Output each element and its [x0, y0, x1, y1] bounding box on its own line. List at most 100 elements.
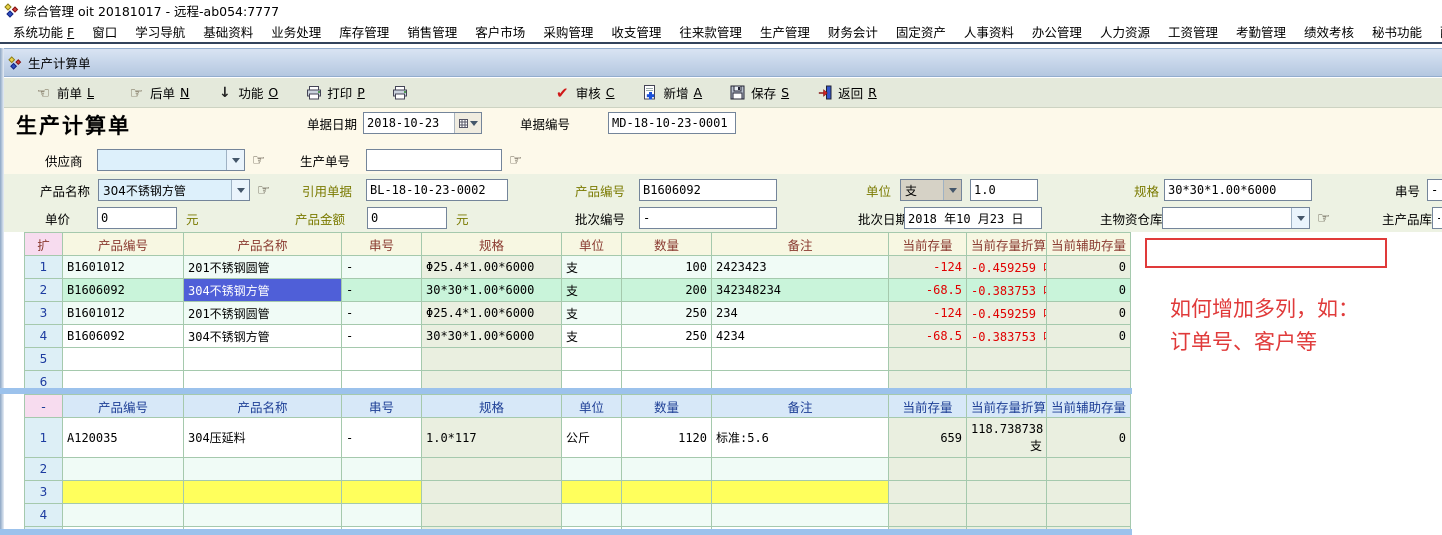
cell[interactable] — [63, 371, 184, 389]
cell[interactable] — [967, 348, 1047, 371]
main-location-input[interactable] — [1432, 207, 1442, 229]
cell[interactable]: 0 — [1047, 256, 1131, 279]
doc-no-input[interactable] — [608, 112, 736, 134]
menu-item[interactable]: 往来款管理 — [670, 20, 751, 43]
cell[interactable] — [622, 504, 712, 527]
menu-item[interactable]: 库存管理 — [330, 20, 398, 43]
menu-item[interactable]: 财务会计 — [819, 20, 887, 43]
menu-item[interactable]: 生产管理 — [751, 20, 819, 43]
cell[interactable]: -0.459259 吨 — [967, 302, 1047, 325]
horizontal-scrollbar[interactable] — [0, 529, 1132, 535]
prev-doc-button[interactable]: ☜前单L — [28, 83, 94, 102]
chevron-down-icon[interactable] — [231, 180, 249, 200]
menu-item[interactable]: 人事资料 — [955, 20, 1023, 43]
product-code-input[interactable] — [639, 179, 777, 201]
cell[interactable]: -124 — [889, 256, 967, 279]
cell[interactable]: 0 — [1047, 325, 1131, 348]
cell[interactable]: 1.0*117 — [422, 418, 562, 458]
product-name-combo[interactable]: 304不锈钢方管 — [98, 179, 250, 201]
cell[interactable]: 1120 — [622, 418, 712, 458]
product-amount-input[interactable] — [367, 207, 447, 229]
menu-item[interactable]: 收支管理 — [602, 20, 670, 43]
ref-doc-input[interactable] — [366, 179, 508, 201]
cell[interactable]: 30*30*1.00*6000 — [422, 325, 562, 348]
column-header[interactable]: 单位 — [562, 233, 622, 256]
cell[interactable]: B1606092 — [63, 325, 184, 348]
cell[interactable] — [622, 458, 712, 481]
prod-order-input[interactable] — [366, 149, 502, 171]
column-header[interactable]: 单位 — [562, 395, 622, 418]
cell[interactable]: Φ25.4*1.00*6000 — [422, 302, 562, 325]
corner-header[interactable]: 扩 — [25, 233, 63, 256]
cell[interactable] — [562, 481, 622, 504]
chevron-down-icon[interactable] — [1291, 208, 1309, 228]
cell[interactable]: 118.738738 支 — [967, 418, 1047, 458]
cell[interactable] — [967, 504, 1047, 527]
menu-item[interactable]: 考勤管理 — [1227, 20, 1295, 43]
cell[interactable]: 250 — [622, 302, 712, 325]
column-header[interactable]: 串号 — [342, 395, 422, 418]
spec-input[interactable] — [1164, 179, 1312, 201]
menu-item[interactable]: 系统功能 F — [4, 20, 83, 43]
batch-date-input[interactable] — [904, 207, 1042, 229]
cell[interactable]: 201不锈钢圆管 — [184, 256, 342, 279]
serial-input[interactable] — [1427, 179, 1442, 201]
cell[interactable]: 234 — [712, 302, 889, 325]
cell[interactable]: 支 — [562, 302, 622, 325]
cell[interactable] — [422, 348, 562, 371]
cell[interactable]: 250 — [622, 325, 712, 348]
cell[interactable]: - — [342, 279, 422, 302]
chevron-down-icon[interactable] — [943, 180, 961, 200]
calendar-icon[interactable] — [454, 113, 481, 133]
row-number[interactable]: 3 — [25, 481, 63, 504]
column-header[interactable]: 产品名称 — [184, 233, 342, 256]
cell[interactable] — [342, 504, 422, 527]
menu-item[interactable]: 客户市场 — [466, 20, 534, 43]
unit-combo[interactable]: 支 — [900, 179, 962, 201]
cell[interactable]: 0 — [1047, 279, 1131, 302]
menu-item[interactable]: 学习导航 — [126, 20, 194, 43]
column-header[interactable]: 当前存量 — [889, 233, 967, 256]
cell[interactable]: A120035 — [63, 418, 184, 458]
cell[interactable]: -0.459259 吨 — [967, 256, 1047, 279]
picker-hand-icon[interactable]: ☞ — [1317, 209, 1330, 227]
cell[interactable] — [422, 481, 562, 504]
cell[interactable] — [1047, 481, 1131, 504]
menu-item[interactable]: 基础资料 — [194, 20, 262, 43]
cell[interactable] — [184, 371, 342, 389]
chevron-down-icon[interactable] — [226, 150, 244, 170]
column-header[interactable]: 数量 — [622, 395, 712, 418]
menu-item[interactable]: 秘书功能 — [1363, 20, 1431, 43]
cell[interactable] — [889, 371, 967, 389]
cell[interactable] — [184, 504, 342, 527]
cell[interactable] — [184, 348, 342, 371]
column-header[interactable]: 产品编号 — [63, 233, 184, 256]
cell[interactable]: Φ25.4*1.00*6000 — [422, 256, 562, 279]
cell[interactable]: 0 — [1047, 418, 1131, 458]
menu-item[interactable]: 工资管理 — [1159, 20, 1227, 43]
row-number[interactable]: 6 — [25, 371, 63, 389]
audit-button[interactable]: ✔审核C — [554, 83, 615, 102]
cell[interactable]: -68.5 — [889, 325, 967, 348]
cell[interactable]: 30*30*1.00*6000 — [422, 279, 562, 302]
picker-hand-icon[interactable]: ☞ — [509, 151, 522, 169]
doc-date-input[interactable] — [364, 113, 454, 133]
cell[interactable]: -0.383753 吨 — [967, 279, 1047, 302]
menu-item[interactable]: 销售管理 — [398, 20, 466, 43]
row-number[interactable]: 2 — [25, 279, 63, 302]
column-header[interactable]: 串号 — [342, 233, 422, 256]
unit-factor-input[interactable] — [970, 179, 1038, 201]
cell[interactable] — [712, 481, 889, 504]
cell[interactable]: -0.383753 吨 — [967, 325, 1047, 348]
column-header[interactable]: 规格 — [422, 395, 562, 418]
cell[interactable]: B1601012 — [63, 256, 184, 279]
batch-no-input[interactable] — [639, 207, 777, 229]
cell[interactable] — [562, 348, 622, 371]
row-number[interactable]: 1 — [25, 256, 63, 279]
cell[interactable] — [342, 348, 422, 371]
cell[interactable] — [562, 371, 622, 389]
menu-item[interactable]: 绩效考核 — [1295, 20, 1363, 43]
cell[interactable]: -124 — [889, 302, 967, 325]
row-number[interactable]: 4 — [25, 325, 63, 348]
cell[interactable] — [342, 371, 422, 389]
